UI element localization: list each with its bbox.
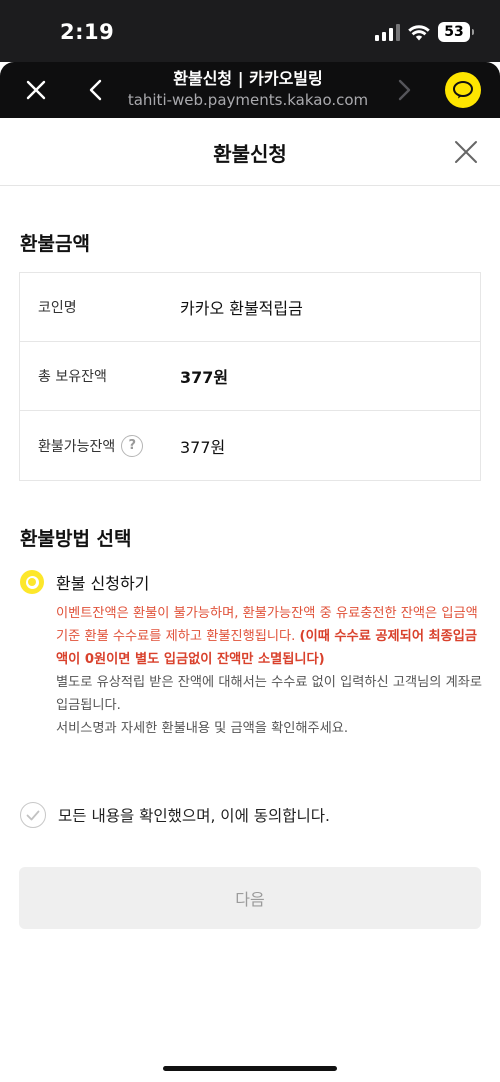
next-button[interactable]: 다음 bbox=[19, 867, 481, 929]
table-row: 총 보유잔액 377원 bbox=[20, 342, 480, 411]
radio-selected-icon[interactable] bbox=[20, 570, 44, 594]
coin-name-value: 카카오 환불적립금 bbox=[180, 299, 303, 318]
home-indicator bbox=[163, 1066, 337, 1071]
page-close-button[interactable] bbox=[450, 136, 482, 168]
agreement-label: 모든 내용을 확인했으며, 이에 동의합니다. bbox=[58, 807, 330, 825]
cellular-signal-icon bbox=[375, 23, 400, 41]
refund-notice: 이벤트잔액은 환불이 불가능하며, 환불가능잔액 중 유료충전한 잔액은 입금액… bbox=[56, 602, 486, 740]
refund-amount-table: 코인명 카카오 환불적립금 총 보유잔액 377원 환불가능잔액 ? 377원 bbox=[19, 272, 481, 481]
refundable-balance-label: 환불가능잔액 bbox=[38, 438, 116, 455]
notice-paragraph-3: 서비스명과 자세한 환불내용 및 금액을 확인해주세요. bbox=[56, 721, 349, 736]
refundable-balance-value: 377원 bbox=[180, 437, 226, 457]
chevron-right-icon bbox=[398, 79, 411, 101]
refund-request-label: 환불 신청하기 bbox=[56, 574, 150, 593]
help-icon[interactable]: ? bbox=[121, 434, 144, 457]
refund-amount-title: 환불금액 bbox=[20, 233, 90, 255]
status-icons: 53 bbox=[375, 22, 474, 42]
close-icon bbox=[26, 80, 46, 100]
coin-name-label: 코인명 bbox=[38, 300, 77, 316]
total-balance-value: 377원 bbox=[180, 368, 229, 387]
table-row: 코인명 카카오 환불적립금 bbox=[20, 273, 480, 342]
status-time: 2:19 bbox=[60, 20, 115, 44]
browser-page-title: 환불신청 | 카카오빌링 bbox=[173, 69, 323, 88]
notice-paragraph-1: 이벤트잔액은 환불이 불가능하며, 환불가능잔액 중 유료충전한 잔액은 입금액… bbox=[56, 602, 486, 671]
speech-bubble-icon bbox=[453, 81, 473, 99]
chevron-left-icon bbox=[89, 79, 102, 101]
battery-icon: 53 bbox=[438, 22, 474, 42]
total-balance-label: 총 보유잔액 bbox=[38, 369, 107, 385]
close-icon bbox=[455, 141, 477, 163]
browser-titles: 환불신청 | 카카오빌링 tahiti-web.payments.kakao.c… bbox=[120, 68, 376, 110]
browser-back-button[interactable] bbox=[80, 74, 112, 106]
table-row: 환불가능잔액 ? 377원 bbox=[20, 411, 480, 480]
browser-close-button[interactable] bbox=[20, 74, 52, 106]
wifi-icon bbox=[408, 24, 430, 40]
status-bar: 2:19 53 bbox=[0, 0, 500, 62]
refund-method-title: 환불방법 선택 bbox=[20, 528, 132, 550]
kakao-chat-button[interactable] bbox=[445, 72, 481, 108]
notice-paragraph-2: 별도로 유상적립 받은 잔액에 대해서는 수수료 없이 입력하신 고객님의 계좌… bbox=[56, 675, 482, 713]
browser-url: tahiti-web.payments.kakao.com bbox=[127, 91, 369, 109]
refund-page: 2:19 53 환불신청 | 카카오빌링 tahiti-web.payments… bbox=[0, 0, 500, 1082]
checkmark-icon[interactable] bbox=[20, 802, 46, 828]
browser-forward-button[interactable] bbox=[388, 74, 420, 106]
page-title: 환불신청 bbox=[213, 142, 287, 166]
refund-request-option[interactable]: 환불 신청하기 bbox=[20, 570, 149, 594]
refundable-balance-label-cell: 환불가능잔액 ? bbox=[20, 434, 180, 457]
agreement-checkbox-row[interactable]: 모든 내용을 확인했으며, 이에 동의합니다. bbox=[20, 802, 330, 828]
page-header: 환불신청 bbox=[0, 118, 500, 186]
in-app-browser-bar: 환불신청 | 카카오빌링 tahiti-web.payments.kakao.c… bbox=[0, 62, 500, 118]
